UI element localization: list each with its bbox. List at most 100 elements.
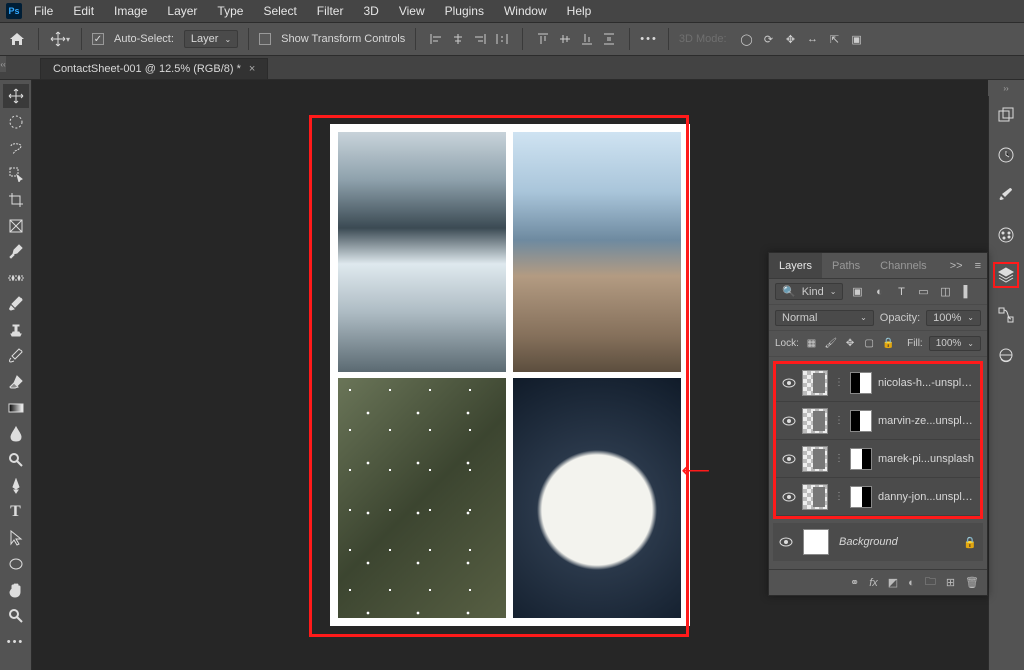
- healing-tool[interactable]: [3, 266, 29, 290]
- filter-type-icon[interactable]: T: [893, 284, 909, 300]
- fill-input[interactable]: 100% ⌄: [929, 336, 981, 351]
- layer-thumbnail[interactable]: [802, 484, 828, 510]
- menu-help[interactable]: Help: [559, 2, 600, 20]
- layer-mask-thumbnail[interactable]: [850, 448, 872, 470]
- channels-panel-icon[interactable]: [993, 342, 1019, 368]
- shape-tool[interactable]: [3, 552, 29, 576]
- layers-panel-icon[interactable]: [993, 262, 1019, 288]
- layer-mask-thumbnail[interactable]: [850, 486, 872, 508]
- move-tool-indicator[interactable]: ▾: [49, 28, 71, 50]
- align-vcenter-button[interactable]: [555, 29, 575, 49]
- menu-window[interactable]: Window: [496, 2, 555, 20]
- lasso-tool[interactable]: [3, 136, 29, 160]
- collapse-right-button[interactable]: [988, 80, 1024, 96]
- close-tab-button[interactable]: ×: [249, 63, 255, 75]
- lock-transparent-button[interactable]: ▦: [805, 336, 818, 352]
- menu-select[interactable]: Select: [255, 2, 304, 20]
- layer-thumbnail[interactable]: [802, 446, 828, 472]
- tab-paths[interactable]: Paths: [822, 253, 870, 278]
- new-layer-button[interactable]: ⊞: [946, 576, 955, 589]
- layer-name[interactable]: nicolas-h...-unsplash: [878, 377, 974, 389]
- menu-filter[interactable]: Filter: [309, 2, 352, 20]
- blend-mode-select[interactable]: Normal ⌄: [775, 310, 874, 326]
- brush-tool[interactable]: [3, 292, 29, 316]
- link-layers-button[interactable]: ⚭: [850, 576, 859, 589]
- visibility-toggle[interactable]: [782, 452, 796, 466]
- layer-kind-select[interactable]: 🔍 Kind ⌄: [775, 283, 843, 300]
- filter-smart-icon[interactable]: ◫: [937, 284, 953, 300]
- history-brush-tool[interactable]: [3, 344, 29, 368]
- align-hcenter-button[interactable]: [448, 29, 468, 49]
- menu-plugins[interactable]: Plugins: [437, 2, 492, 20]
- align-left-button[interactable]: [426, 29, 446, 49]
- layer-name[interactable]: danny-jon...unsplash: [878, 491, 974, 503]
- filter-adjust-icon[interactable]: ◐: [871, 284, 887, 300]
- layer-row[interactable]: ⋮ marvin-ze...unsplash: [776, 402, 980, 440]
- visibility-toggle[interactable]: [779, 535, 793, 549]
- visibility-toggle[interactable]: [782, 490, 796, 504]
- background-layer-row[interactable]: Background 🔒: [773, 523, 983, 561]
- mask-link-icon[interactable]: ⋮: [834, 453, 844, 464]
- mask-link-icon[interactable]: ⋮: [834, 415, 844, 426]
- align-top-button[interactable]: [533, 29, 553, 49]
- lock-artboard-button[interactable]: ▢: [863, 336, 876, 352]
- layer-mask-thumbnail[interactable]: [850, 372, 872, 394]
- quick-select-tool[interactable]: [3, 162, 29, 186]
- clone-stamp-tool[interactable]: [3, 318, 29, 342]
- layer-thumbnail[interactable]: [802, 408, 828, 434]
- panel-expand-button[interactable]: >>: [944, 260, 969, 272]
- layer-name[interactable]: Background: [839, 536, 953, 548]
- eraser-tool[interactable]: [3, 370, 29, 394]
- path-select-tool[interactable]: [3, 526, 29, 550]
- brushes-panel-icon[interactable]: [993, 182, 1019, 208]
- marquee-tool[interactable]: [3, 110, 29, 134]
- hand-tool[interactable]: [3, 578, 29, 602]
- distribute-h-button[interactable]: [492, 29, 512, 49]
- home-button[interactable]: [6, 28, 28, 50]
- show-transform-checkbox[interactable]: [259, 33, 271, 45]
- mask-link-icon[interactable]: ⋮: [834, 491, 844, 502]
- menu-edit[interactable]: Edit: [65, 2, 102, 20]
- opacity-input[interactable]: 100% ⌄: [926, 310, 981, 326]
- blur-tool[interactable]: [3, 422, 29, 446]
- mask-link-icon[interactable]: ⋮: [834, 377, 844, 388]
- collapse-tools-button[interactable]: [0, 56, 6, 72]
- visibility-toggle[interactable]: [782, 376, 796, 390]
- layer-row[interactable]: ⋮ nicolas-h...-unsplash: [776, 364, 980, 402]
- history-panel-icon[interactable]: [993, 142, 1019, 168]
- auto-select-checkbox[interactable]: [92, 33, 104, 45]
- adjustment-layer-button[interactable]: ◐: [908, 577, 915, 589]
- delete-layer-button[interactable]: 🗑: [965, 576, 979, 589]
- dodge-tool[interactable]: [3, 448, 29, 472]
- auto-select-target[interactable]: Layer ⌄: [184, 30, 238, 48]
- menu-file[interactable]: File: [26, 2, 61, 20]
- filter-toggle[interactable]: ▌: [959, 284, 975, 300]
- menu-type[interactable]: Type: [209, 2, 251, 20]
- add-mask-button[interactable]: ◩: [888, 576, 898, 589]
- tab-channels[interactable]: Channels: [870, 253, 936, 278]
- pen-tool[interactable]: [3, 474, 29, 498]
- panel-menu-button[interactable]: ≡: [969, 260, 987, 272]
- swatches-panel-icon[interactable]: [993, 222, 1019, 248]
- align-right-button[interactable]: [470, 29, 490, 49]
- learn-panel-icon[interactable]: [993, 102, 1019, 128]
- filter-shape-icon[interactable]: ▭: [915, 284, 931, 300]
- layer-name[interactable]: marvin-ze...unsplash: [878, 415, 974, 427]
- new-group-button[interactable]: 🗀: [925, 573, 936, 592]
- menu-view[interactable]: View: [391, 2, 433, 20]
- layer-fx-button[interactable]: fx: [869, 577, 878, 589]
- layer-thumbnail[interactable]: [803, 529, 829, 555]
- menu-3d[interactable]: 3D: [355, 2, 386, 20]
- layer-thumbnail[interactable]: [802, 370, 828, 396]
- frame-tool[interactable]: [3, 214, 29, 238]
- gradient-tool[interactable]: [3, 396, 29, 420]
- zoom-tool[interactable]: [3, 604, 29, 628]
- layer-row[interactable]: ⋮ danny-jon...unsplash: [776, 478, 980, 516]
- layer-row[interactable]: ⋮ marek-pi...unsplash: [776, 440, 980, 478]
- lock-all-button[interactable]: 🔒: [882, 336, 895, 352]
- layer-name[interactable]: marek-pi...unsplash: [878, 453, 974, 465]
- crop-tool[interactable]: [3, 188, 29, 212]
- menu-image[interactable]: Image: [106, 2, 155, 20]
- align-bottom-button[interactable]: [577, 29, 597, 49]
- visibility-toggle[interactable]: [782, 414, 796, 428]
